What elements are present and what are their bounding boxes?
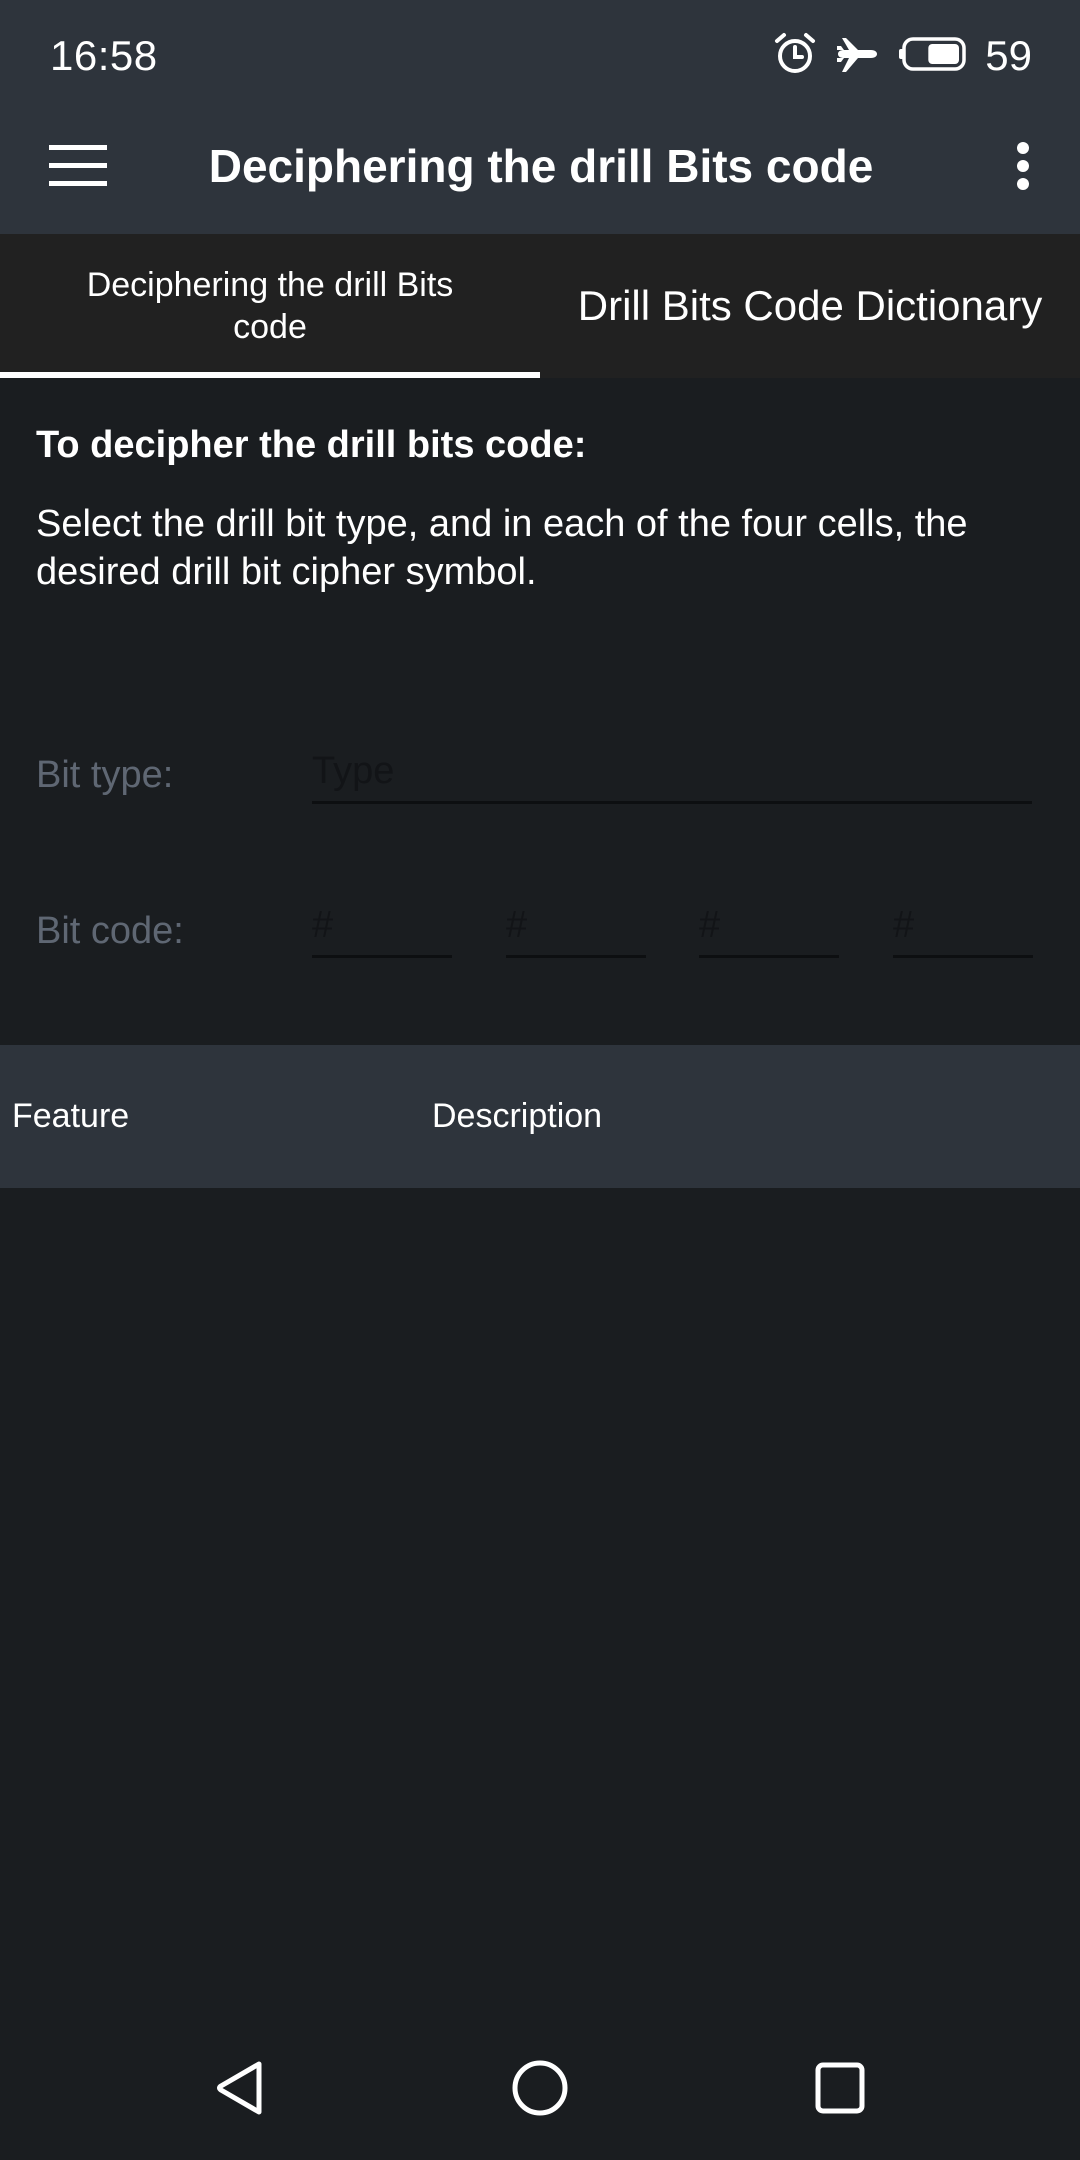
column-header-description: Description xyxy=(432,1097,603,1135)
airplane-mode-icon xyxy=(835,32,879,81)
system-navigation-bar xyxy=(0,2020,1080,2160)
home-icon xyxy=(511,2059,569,2122)
table-header: Feature Description xyxy=(0,1045,1080,1188)
back-button[interactable] xyxy=(195,2050,285,2130)
battery-icon xyxy=(897,36,967,77)
tab-bar: Deciphering the drill Bits code Drill Bi… xyxy=(0,234,1080,378)
tab-selected-indicator xyxy=(0,372,540,378)
bit-type-label: Bit type: xyxy=(36,754,174,796)
bit-code-cell-2[interactable] xyxy=(506,896,646,958)
instructions-text: Select the drill bit type, and in each o… xyxy=(36,503,968,593)
recents-button[interactable] xyxy=(795,2050,885,2130)
tab-label: Drill Bits Code Dictionary xyxy=(577,282,1043,329)
alarm-icon xyxy=(773,32,817,81)
home-button[interactable] xyxy=(495,2050,585,2130)
column-header-feature: Feature xyxy=(12,1097,130,1135)
bit-type-input[interactable] xyxy=(312,742,1032,804)
app-bar: Deciphering the drill Bits code xyxy=(0,100,1080,234)
bit-code-cell-1[interactable] xyxy=(312,896,452,958)
bit-code-cell-4[interactable] xyxy=(893,896,1033,958)
page-title: Deciphering the drill Bits code xyxy=(208,140,874,192)
status-bar: 16:58 59 xyxy=(0,0,1080,100)
tab-dictionary[interactable]: Drill Bits Code Dictionary xyxy=(540,234,1080,378)
back-icon xyxy=(215,2060,265,2121)
bit-code-cell-3[interactable] xyxy=(699,896,839,958)
battery-percentage: 59 xyxy=(985,32,1032,79)
tab-label: Deciphering the drill Bits code xyxy=(86,266,454,346)
section-heading: To decipher the drill bits code: xyxy=(36,424,587,466)
overflow-menu-button[interactable] xyxy=(988,130,1058,206)
status-time: 16:58 xyxy=(50,32,158,79)
status-icons: 59 xyxy=(773,30,1032,82)
screen: 16:58 59 Deciphering the drill Bits code… xyxy=(0,0,1080,2160)
recents-icon xyxy=(815,2062,865,2119)
tab-deciphering[interactable]: Deciphering the drill Bits code xyxy=(0,234,540,378)
bit-code-label: Bit code: xyxy=(36,910,184,952)
more-vert-icon xyxy=(1015,141,1031,196)
